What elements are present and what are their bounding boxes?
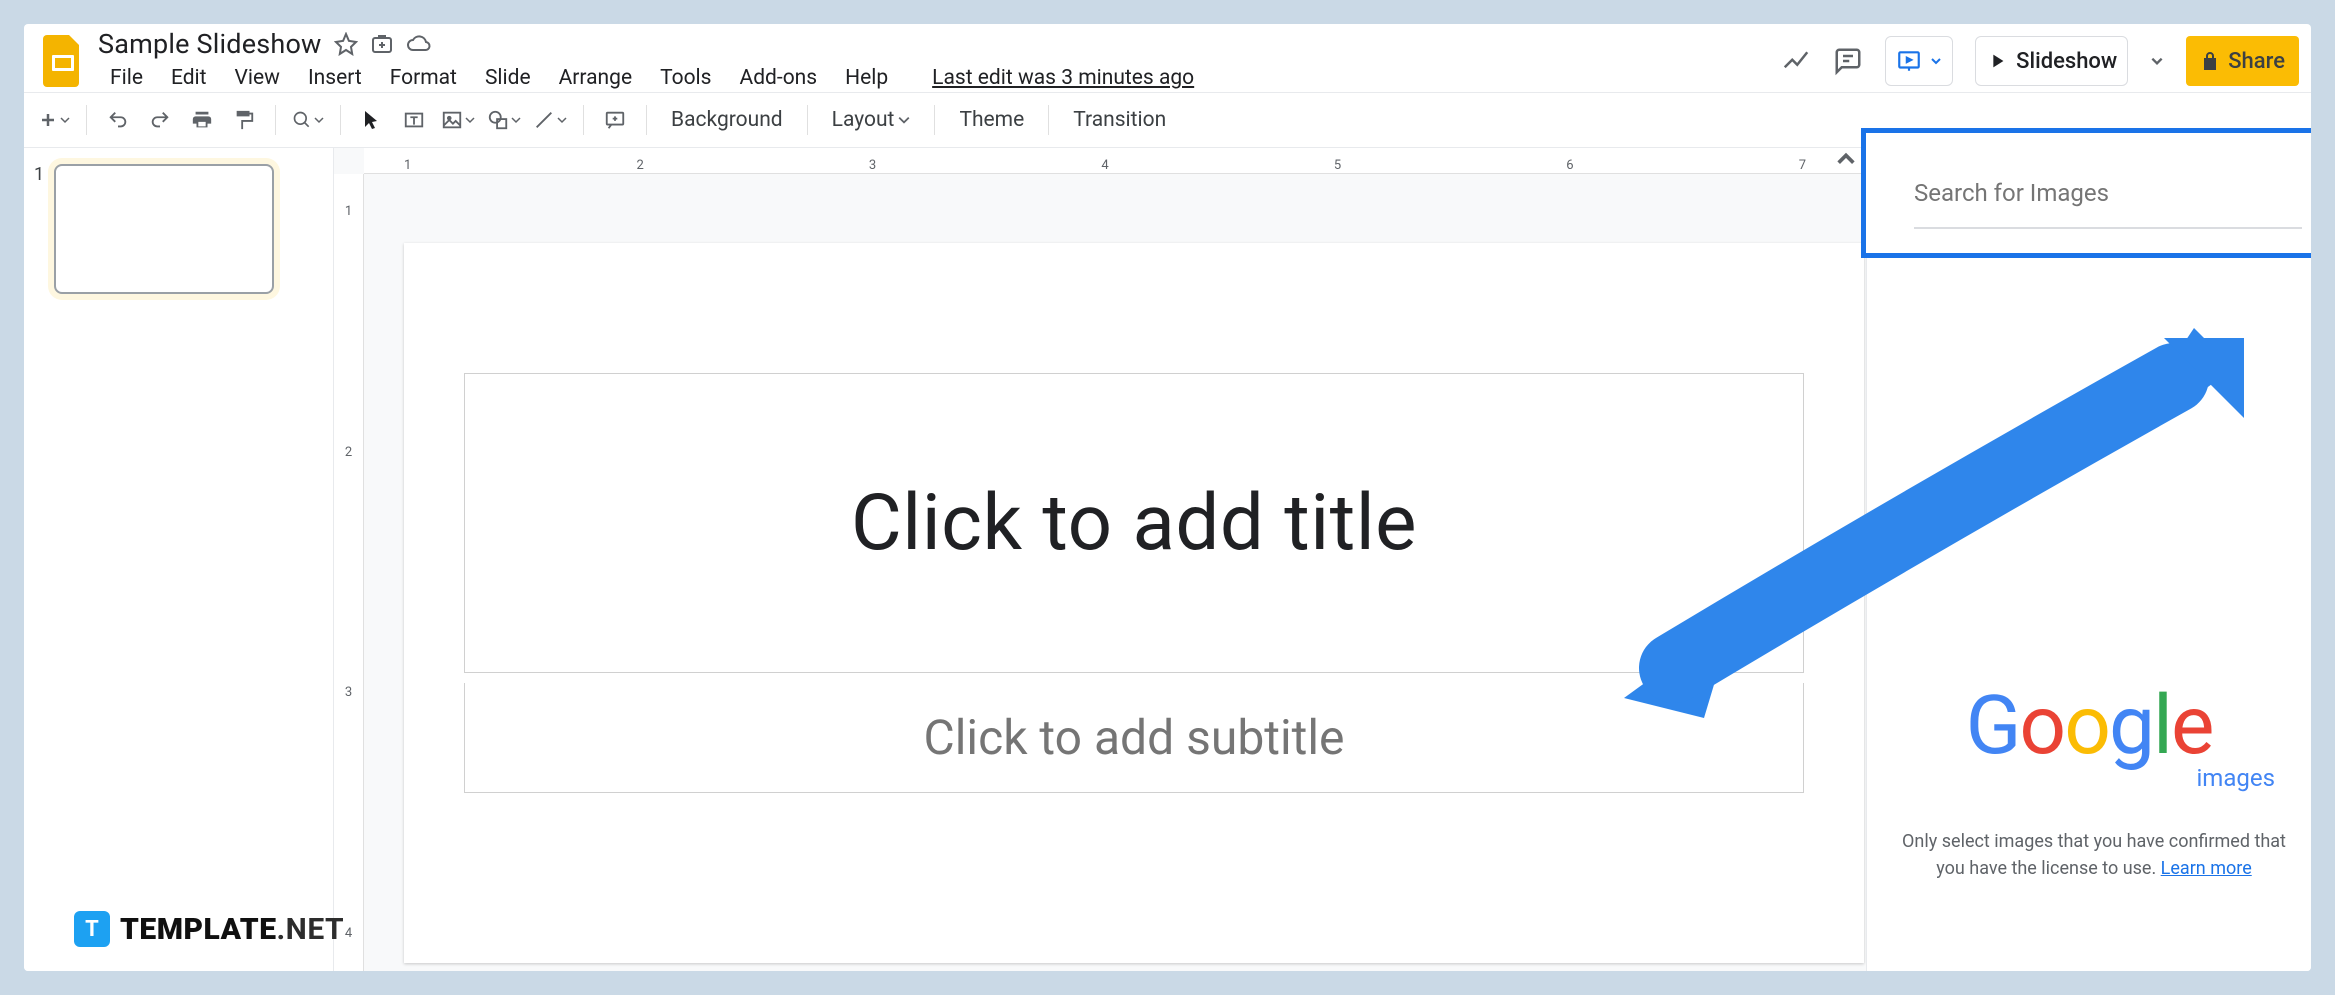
slides-logo[interactable]	[36, 34, 90, 88]
activity-icon[interactable]	[1781, 46, 1811, 76]
textbox-button[interactable]	[395, 101, 433, 139]
share-button[interactable]: Share	[2186, 36, 2299, 86]
menu-tools[interactable]: Tools	[648, 62, 723, 94]
search-highlight-box	[1861, 128, 2311, 258]
license-text: Only select images that you have confirm…	[1897, 828, 2291, 882]
cloud-icon[interactable]	[406, 32, 432, 56]
comment-button[interactable]	[596, 101, 634, 139]
image-button[interactable]	[437, 101, 479, 139]
undo-button[interactable]	[99, 101, 137, 139]
separator	[275, 105, 276, 135]
learn-more-link[interactable]: Learn more	[2161, 858, 2252, 879]
menu-help[interactable]: Help	[833, 62, 900, 94]
subtitle-placeholder[interactable]: Click to add subtitle	[464, 683, 1804, 793]
menu-insert[interactable]: Insert	[296, 62, 374, 94]
image-search-input[interactable]	[1914, 179, 2264, 207]
paint-format-button[interactable]	[225, 101, 263, 139]
document-title[interactable]: Sample Slideshow	[98, 28, 322, 60]
menu-view[interactable]: View	[223, 62, 292, 94]
separator	[583, 105, 584, 135]
theme-button[interactable]: Theme	[947, 101, 1036, 139]
menu-slide[interactable]: Slide	[473, 62, 543, 94]
select-tool[interactable]	[353, 101, 391, 139]
transition-button[interactable]: Transition	[1061, 101, 1178, 139]
thumb-number: 1	[34, 164, 44, 294]
image-search-panel: Google images Only select images that yo…	[1866, 148, 2311, 971]
line-button[interactable]	[529, 101, 571, 139]
menu-format[interactable]: Format	[378, 62, 469, 94]
print-button[interactable]	[183, 101, 221, 139]
background-button[interactable]: Background	[659, 101, 795, 139]
menu-arrange[interactable]: Arrange	[547, 62, 644, 94]
menu-file[interactable]: File	[98, 62, 155, 94]
menu-addons[interactable]: Add-ons	[728, 62, 830, 94]
last-edit-link[interactable]: Last edit was 3 minutes ago	[920, 62, 1206, 94]
separator	[807, 105, 808, 135]
layout-button[interactable]: Layout	[820, 101, 923, 139]
redo-button[interactable]	[141, 101, 179, 139]
slideshow-dropdown[interactable]	[2150, 54, 2164, 68]
google-images-logo: Google images	[1867, 678, 2311, 792]
slide-canvas[interactable]: Click to add title Click to add subtitle	[404, 243, 1864, 963]
slideshow-button[interactable]: Slideshow	[1975, 36, 2128, 86]
move-icon[interactable]	[370, 32, 394, 56]
watermark-icon: T	[74, 911, 110, 947]
separator	[340, 105, 341, 135]
title-placeholder[interactable]: Click to add title	[464, 373, 1804, 673]
shape-button[interactable]	[483, 101, 525, 139]
separator	[86, 105, 87, 135]
zoom-button[interactable]	[288, 101, 328, 139]
separator	[646, 105, 647, 135]
star-icon[interactable]	[334, 32, 358, 56]
separator	[934, 105, 935, 135]
new-slide-button[interactable]	[34, 101, 74, 139]
canvas-area: 123456789 1234 Click to add title Click …	[334, 148, 2311, 971]
slide-thumbnails: 1	[24, 148, 334, 971]
collapse-toolbar-icon[interactable]	[1835, 148, 1859, 172]
watermark: T TEMPLATE.NET	[74, 911, 344, 947]
slide-thumbnail-1[interactable]	[54, 164, 274, 294]
present-button[interactable]	[1885, 36, 1953, 86]
ruler-vertical: 1234	[334, 174, 364, 971]
menu-edit[interactable]: Edit	[159, 62, 219, 94]
separator	[1048, 105, 1049, 135]
comments-icon[interactable]	[1833, 46, 1863, 76]
